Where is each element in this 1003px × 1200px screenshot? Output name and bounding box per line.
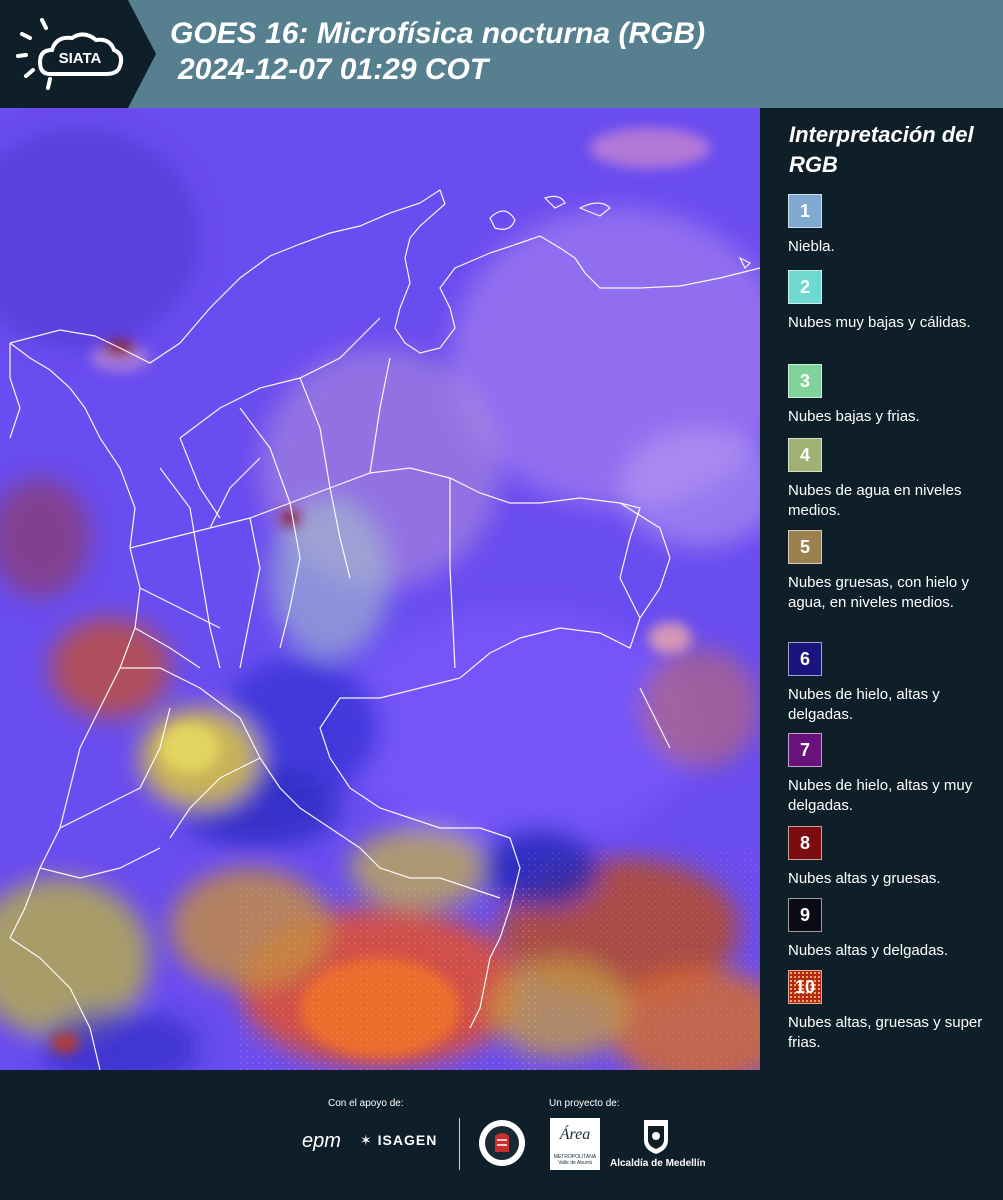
alcaldia-shield-icon xyxy=(636,1116,676,1161)
legend-item-5: 5 Nubes gruesas, con hielo y agua, en ni… xyxy=(788,530,998,613)
legend-item-6: 6 Nubes de hielo, altas y delgadas. xyxy=(788,642,998,725)
legend-label-1: Niebla. xyxy=(788,238,835,255)
legend-label-8: Nubes altas y gruesas. xyxy=(788,870,941,887)
isagen-star-icon: ✶ xyxy=(360,1132,373,1148)
area-logo-word: Área xyxy=(559,1126,591,1143)
legend-swatch-1: 1 xyxy=(788,194,822,228)
support-label: Con el apoyo de: xyxy=(328,1098,404,1109)
area-metropolitana-logo: Área METROPOLITANA Valle de Aburrá xyxy=(550,1118,600,1170)
legend-label-2: Nubes muy bajas y cálidas. xyxy=(788,314,971,331)
seal-logo xyxy=(477,1118,527,1173)
legend-swatch-10: 10 xyxy=(788,970,822,1004)
legend-title: Interpretación del RGB xyxy=(789,122,974,177)
legend-item-4: 4 Nubes de agua en niveles medios. xyxy=(788,438,998,521)
legend-label-5: Nubes gruesas, con hielo y agua, en nive… xyxy=(788,574,969,611)
legend-label-3: Nubes bajas y frias. xyxy=(788,408,920,425)
footer: Con el apoyo de: Un proyecto de: epm ✶ I… xyxy=(0,1070,1003,1200)
title-line-1: GOES 16: Microfísica nocturna (RGB) xyxy=(170,17,706,50)
legend-swatch-4: 4 xyxy=(788,438,822,472)
legend-swatch-5: 5 xyxy=(788,530,822,564)
page-title: GOES 16: Microfísica nocturna (RGB) 2024… xyxy=(170,16,705,88)
legend-swatch-7: 7 xyxy=(788,733,822,767)
legend-item-7: 7 Nubes de hielo, altas y muy delgadas. xyxy=(788,733,998,816)
legend-swatch-8: 8 xyxy=(788,826,822,860)
legend-item-3: 3 Nubes bajas y frias. xyxy=(788,364,998,427)
area-logo-line3: Valle de Aburrá xyxy=(558,1160,592,1166)
legend-swatch-6: 6 xyxy=(788,642,822,676)
siata-logo-text: SIATA xyxy=(59,50,102,67)
legend-item-9: 9 Nubes altas y delgadas. xyxy=(788,898,998,961)
project-label: Un proyecto de: xyxy=(549,1098,620,1109)
siata-logo: SIATA xyxy=(0,0,156,108)
epm-logo-text: epm xyxy=(302,1130,341,1152)
legend-label-6: Nubes de hielo, altas y delgadas. xyxy=(788,686,940,723)
alcaldia-logo-text: Alcaldía de Medellín xyxy=(610,1158,706,1169)
legend-label-4: Nubes de agua en niveles medios. xyxy=(788,482,962,519)
legend-swatch-3: 3 xyxy=(788,364,822,398)
footer-divider xyxy=(459,1118,460,1170)
legend-item-8: 8 Nubes altas y gruesas. xyxy=(788,826,998,889)
epm-logo: epm xyxy=(302,1130,341,1153)
legend-item-1: 1 Niebla. xyxy=(788,194,998,257)
legend-swatch-2: 2 xyxy=(788,270,822,304)
legend-label-7: Nubes de hielo, altas y muy delgadas. xyxy=(788,777,973,814)
legend-panel: Interpretación del RGB 1 Niebla. 2 Nubes… xyxy=(760,108,1003,1070)
isagen-logo: ✶ ISAGEN xyxy=(360,1132,437,1149)
header-bar: SIATA GOES 16: Microfísica nocturna (RGB… xyxy=(0,0,1003,108)
satellite-map xyxy=(0,108,762,1070)
title-line-2: 2024-12-07 01:29 COT xyxy=(178,53,489,86)
legend-label-9: Nubes altas y delgadas. xyxy=(788,942,949,959)
legend-swatch-9: 9 xyxy=(788,898,822,932)
legend-item-2: 2 Nubes muy bajas y cálidas. xyxy=(788,270,998,333)
isagen-logo-text: ISAGEN xyxy=(377,1132,438,1148)
legend-label-10: Nubes altas, gruesas y super frias. xyxy=(788,1014,983,1051)
legend-item-10: 10 Nubes altas, gruesas y super frias. xyxy=(788,970,998,1053)
